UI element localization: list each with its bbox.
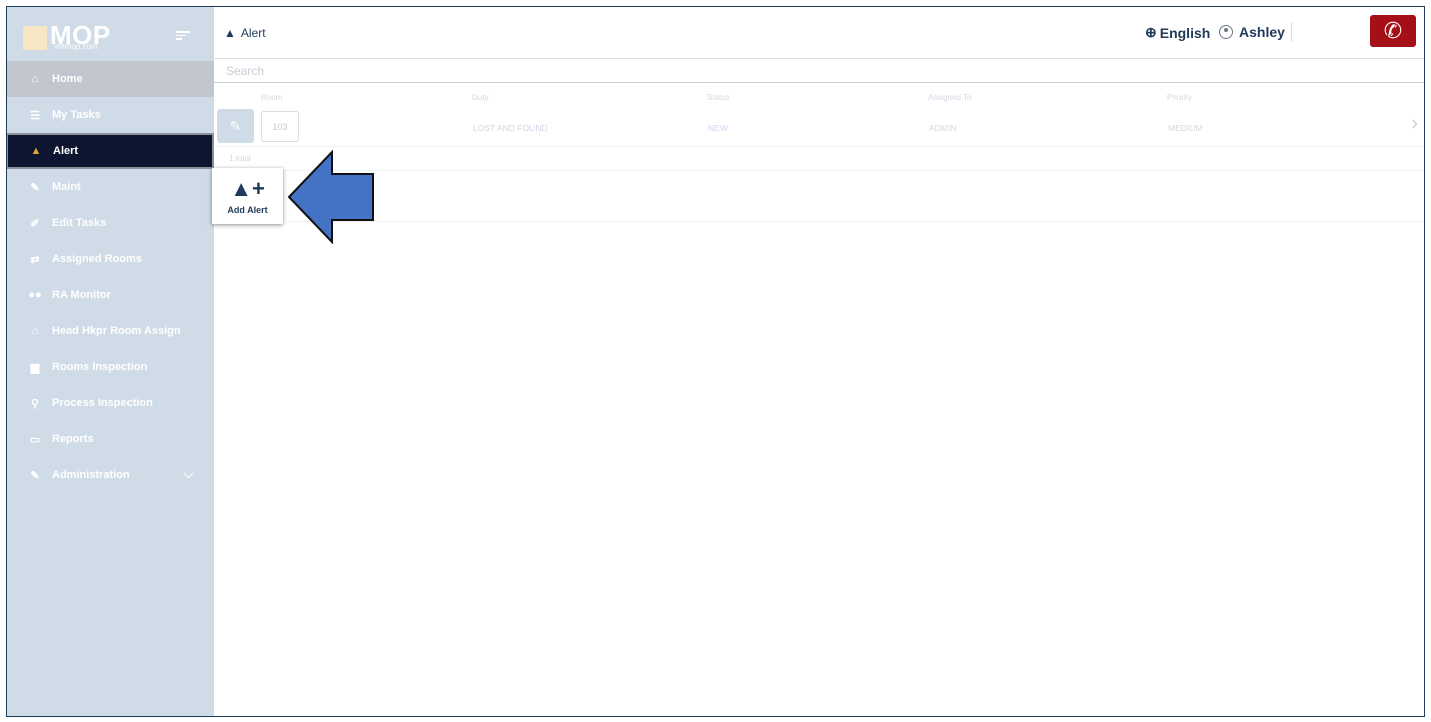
sidebar-item-head-hkpr-room-assign[interactable]: ⌂ Head Hkpr Room Assign: [7, 313, 214, 349]
add-alert-button[interactable]: ▲+ Add Alert: [212, 168, 283, 224]
phone-icon: ✆: [1383, 18, 1403, 43]
status-cell: NEW: [708, 123, 728, 133]
wrench-icon: ✎: [30, 469, 40, 482]
column-header-room[interactable]: Room: [261, 93, 282, 102]
page-title-text: Alert: [240, 26, 266, 40]
building-icon: ⌂: [31, 325, 39, 337]
sidebar-nav: ⌂ Home ☰ My Tasks ▲ Alert ✎ Maint ✐ Edit…: [7, 61, 214, 493]
search-icon: ⚲: [30, 397, 40, 410]
search-input[interactable]: [214, 60, 1424, 82]
menu-toggle-icon[interactable]: [176, 31, 190, 42]
sidebar-item-home[interactable]: ⌂ Home: [7, 61, 214, 97]
sidebar-item-label: Process Inspection: [52, 397, 153, 409]
header-divider: [1291, 22, 1292, 42]
sidebar-item-label: Administration: [52, 469, 130, 481]
priority-cell: MEDIUM: [1168, 123, 1203, 133]
warning-icon: ▲: [224, 26, 236, 40]
sidebar-item-label: RA Monitor: [52, 289, 111, 301]
sidebar-item-reports[interactable]: ▭ Reports: [7, 421, 214, 457]
chevron-right-icon[interactable]: [1408, 119, 1418, 129]
search-bar: [214, 60, 1424, 83]
sidebar-item-label: Rooms Inspection: [52, 361, 148, 373]
user-name: Ashley: [1239, 24, 1285, 40]
edit-icon: ✐: [30, 217, 40, 230]
table-row[interactable]: ✎ 103 LOST AND FOUND NEW ADMIN MEDIUM: [214, 107, 1424, 147]
page-title: ▲ Alert: [224, 26, 266, 40]
duty-cell: LOST AND FOUND: [473, 123, 548, 133]
language-selector[interactable]: ⊕ English: [1145, 24, 1210, 41]
logo-mark: [23, 26, 47, 50]
sidebar-item-ra-monitor[interactable]: ●● RA Monitor: [7, 277, 214, 313]
add-alert-icon: ▲+: [230, 175, 265, 201]
binoculars-icon: ●●: [28, 289, 42, 301]
globe-icon: ⊕: [1145, 24, 1157, 40]
wrench-icon: ✎: [30, 181, 40, 194]
assigned-to-cell: ADMIN: [929, 123, 957, 133]
warning-icon: ▲: [30, 145, 42, 157]
sidebar-item-label: Assigned Rooms: [52, 253, 142, 265]
language-label: English: [1159, 24, 1211, 41]
column-header-status[interactable]: Status: [707, 93, 730, 102]
sidebar: MOP vmmop.com ⌂ Home ☰ My Tasks ▲ Alert …: [7, 7, 214, 716]
pointer-arrow-icon: [287, 150, 374, 244]
logo[interactable]: MOP vmmop.com: [23, 20, 173, 54]
tasks-icon: ☰: [30, 109, 40, 122]
pencil-icon: ✎: [229, 117, 242, 134]
sidebar-item-assigned-rooms[interactable]: ⇄ Assigned Rooms: [7, 241, 214, 277]
divider: [287, 221, 1424, 222]
user-menu[interactable]: Ashley: [1219, 24, 1285, 40]
sidebar-item-administration[interactable]: ✎ Administration: [7, 457, 214, 493]
edit-button[interactable]: ✎: [217, 109, 254, 143]
column-header-assigned-to[interactable]: Assigned To: [928, 93, 971, 102]
sidebar-item-process-inspection[interactable]: ⚲ Process Inspection: [7, 385, 214, 421]
table-header: Room Duty Status Assigned To Priority: [214, 91, 1424, 105]
call-button[interactable]: ✆: [1370, 15, 1416, 47]
sidebar-item-my-tasks[interactable]: ☰ My Tasks: [7, 97, 214, 133]
sidebar-item-label: Maint: [52, 181, 81, 193]
top-header: ▲ Alert ⊕ English Ashley ✆: [214, 7, 1424, 59]
divider: [214, 170, 1424, 171]
door-icon: ▆: [30, 361, 40, 374]
report-icon: ▭: [29, 433, 41, 446]
sidebar-item-edit-tasks[interactable]: ✐ Edit Tasks: [7, 205, 214, 241]
room-number: 103: [261, 111, 299, 142]
add-alert-label: Add Alert: [227, 204, 268, 215]
logo-subtext: vmmop.com: [54, 42, 98, 51]
home-icon: ⌂: [31, 73, 39, 85]
user-avatar-icon: [1219, 25, 1233, 39]
swap-icon: ⇄: [30, 253, 40, 266]
sidebar-item-label: Home: [52, 73, 83, 85]
chevron-down-icon: [183, 468, 194, 479]
sidebar-item-label: Edit Tasks: [52, 217, 107, 229]
sidebar-item-label: Reports: [52, 433, 94, 445]
sidebar-item-label: My Tasks: [52, 109, 101, 121]
sidebar-item-rooms-inspection[interactable]: ▆ Rooms Inspection: [7, 349, 214, 385]
column-header-duty[interactable]: Duty: [472, 93, 488, 102]
app-window: MOP vmmop.com ⌂ Home ☰ My Tasks ▲ Alert …: [6, 6, 1425, 717]
total-count: 1 total: [229, 154, 251, 163]
sidebar-item-label: Head Hkpr Room Assign: [52, 325, 181, 337]
sidebar-item-label: Alert: [53, 145, 79, 157]
column-header-priority[interactable]: Priority: [1167, 93, 1192, 102]
sidebar-item-maint[interactable]: ✎ Maint: [7, 169, 214, 205]
sidebar-item-alert[interactable]: ▲ Alert: [7, 133, 214, 169]
